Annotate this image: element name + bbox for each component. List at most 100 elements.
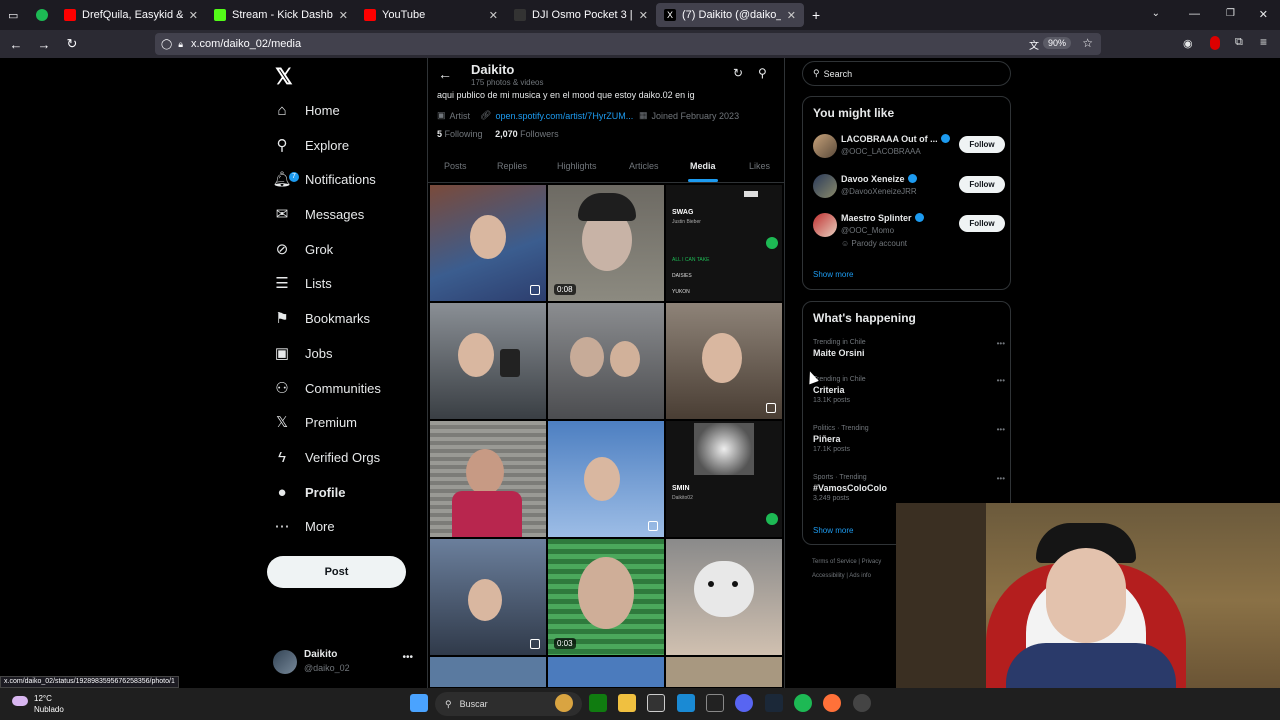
back-icon[interactable]: ←	[4, 37, 28, 52]
obs-icon[interactable]	[853, 694, 871, 712]
sidebar-item-jobs[interactable]: ▣ Jobs	[273, 339, 333, 367]
trend-item[interactable]: Trending in Chile Maite Orsini •••	[813, 339, 1005, 358]
steam-icon[interactable]	[765, 694, 783, 712]
search-input[interactable]: ⚲ Search	[802, 61, 1011, 86]
media-thumbnail[interactable]: SWAG Justin Bieber ALL I CAN TAKE DAISIE…	[666, 185, 782, 301]
refresh-icon[interactable]: ↻	[733, 66, 743, 80]
firefox-icon[interactable]	[823, 694, 841, 712]
epic-games-icon[interactable]	[706, 694, 724, 712]
media-thumbnail[interactable]	[548, 303, 664, 419]
tab-kick[interactable]: Stream - Kick Dashboard ✕	[206, 0, 356, 30]
follow-button[interactable]: Follow	[959, 176, 1005, 193]
spotify-icon[interactable]	[794, 694, 812, 712]
minimize-icon[interactable]: —	[1189, 8, 1200, 20]
sidebar-item-verified-orgs[interactable]: ϟ Verified Orgs	[273, 443, 380, 471]
back-arrow-icon[interactable]: ←	[438, 66, 452, 82]
star-icon[interactable]: ☆	[1082, 36, 1093, 50]
tab-youtube[interactable]: YouTube ✕	[356, 0, 506, 30]
sidebar-item-profile[interactable]: ● Profile	[273, 478, 345, 506]
sidebar-item-communities[interactable]: ⚇ Communities	[273, 374, 381, 402]
forward-icon[interactable]: →	[32, 37, 56, 52]
more-icon[interactable]: •••	[997, 425, 1005, 434]
close-window-icon[interactable]: ✕	[1259, 8, 1268, 21]
windows-start-icon[interactable]	[410, 694, 428, 712]
media-thumbnail[interactable]	[430, 421, 546, 537]
tab-posts[interactable]: Posts	[444, 161, 467, 171]
tab-media[interactable]: Media	[690, 161, 716, 171]
close-tab-icon[interactable]: ✕	[489, 9, 498, 22]
suggestion-item[interactable]: Maestro Splinter @OOC_Momo ☺ Parody acco…	[813, 213, 1005, 249]
sidebar-item-home[interactable]: ⌂ Home	[273, 96, 339, 124]
more-icon[interactable]: •••	[997, 376, 1005, 385]
media-thumbnail[interactable]	[430, 657, 546, 687]
show-more-link[interactable]: Show more	[813, 270, 853, 279]
media-thumbnail[interactable]	[666, 657, 782, 687]
media-thumbnail[interactable]	[666, 303, 782, 419]
sidebar-item-notifications[interactable]: 🔔︎ 7 Notifications	[272, 165, 375, 193]
sidebar-item-bookmarks[interactable]: ⚑ Bookmarks	[273, 304, 370, 332]
more-icon[interactable]: •••	[402, 652, 413, 663]
more-icon[interactable]: •••	[997, 474, 1005, 483]
menu-icon[interactable]: ≡	[1260, 35, 1267, 49]
file-explorer-icon[interactable]	[618, 694, 636, 712]
extension-icon[interactable]	[1210, 36, 1220, 50]
tab-daikito[interactable]: X (7) Daikito (@daiko_02) / X ✕	[656, 3, 804, 27]
reload-icon[interactable]: ↻	[60, 36, 84, 52]
followers-link[interactable]: 2,070 Followers	[495, 129, 559, 139]
discord-icon[interactable]	[735, 694, 753, 712]
trend-item[interactable]: Trending in Chile Criteria 13.1K posts •…	[813, 376, 1005, 404]
x-logo-icon[interactable]: 𝕏	[275, 64, 293, 90]
search-icon[interactable]: ⚲	[758, 66, 767, 80]
profile-link[interactable]: 🔗︎ open.spotify.com/artist/7HyrZUM...	[480, 110, 633, 121]
tab-replies[interactable]: Replies	[497, 161, 527, 171]
sidebar-item-lists[interactable]: ☰ Lists	[273, 269, 331, 297]
following-link[interactable]: 5 Following	[437, 129, 483, 139]
zoom-badge[interactable]: 90%	[1042, 37, 1071, 49]
media-thumbnail[interactable]	[548, 657, 664, 687]
media-thumbnail[interactable]	[430, 185, 546, 301]
account-switcher[interactable]: Daikito @daiko_02 •••	[273, 648, 423, 678]
close-tab-icon[interactable]: ✕	[787, 9, 796, 22]
media-thumbnail[interactable]	[430, 539, 546, 655]
media-thumbnail[interactable]: 0:03	[548, 539, 664, 655]
footer-links[interactable]: Accessibility | Ads info	[812, 573, 871, 579]
sidebar-item-premium[interactable]: 𝕏 Premium	[273, 408, 357, 436]
footer-links[interactable]: Terms of Service | Privacy	[812, 559, 881, 565]
sidebar-item-explore[interactable]: ⚲ Explore	[273, 131, 350, 159]
close-tab-icon[interactable]: ✕	[639, 9, 648, 22]
sidebar-item-more[interactable]: ⋯ More	[273, 512, 335, 540]
tab-articles[interactable]: Articles	[629, 161, 659, 171]
tab-spotify[interactable]	[28, 0, 56, 30]
widget-icon[interactable]	[555, 694, 573, 712]
restore-icon[interactable]: ❐	[1226, 8, 1235, 19]
follow-button[interactable]: Follow	[959, 136, 1005, 153]
suggestion-item[interactable]: LACOBRAAA Out of ... @OOC_LACOBRAAA Foll…	[813, 134, 1005, 170]
mail-app-icon[interactable]	[677, 694, 695, 712]
tab-dji[interactable]: DJI Osmo Pocket 3 | Cámara de ✕	[506, 0, 656, 30]
media-thumbnail[interactable]: SMIN Daikito02	[666, 421, 782, 537]
sidebar-item-messages[interactable]: ✉ Messages	[273, 200, 365, 228]
media-thumbnail[interactable]	[548, 421, 664, 537]
tab-likes[interactable]: Likes	[749, 161, 770, 171]
sidebar-item-grok[interactable]: ⊘ Grok	[273, 235, 333, 263]
more-icon[interactable]: •••	[997, 339, 1005, 348]
tab-highlights[interactable]: Highlights	[557, 161, 597, 171]
extensions-icon[interactable]: ⧉	[1235, 36, 1243, 49]
tab-drefquila[interactable]: DrefQuila, Easykid & Kidd Vood ✕	[56, 0, 206, 30]
xbox-icon[interactable]	[589, 694, 607, 712]
tab-list-chevron-icon[interactable]: ⌄	[1152, 8, 1160, 19]
post-button[interactable]: Post	[267, 556, 406, 588]
address-bar[interactable]: ◯ 🔒︎ x.com/daiko_02/media 文 90% ☆	[155, 33, 1101, 55]
suggestion-item[interactable]: Davoo Xeneize @DavooXeneizeJRR Follow	[813, 174, 1005, 210]
follow-button[interactable]: Follow	[959, 215, 1005, 232]
media-thumbnail[interactable]	[666, 539, 782, 655]
media-thumbnail[interactable]: 0:08	[548, 185, 664, 301]
trend-item[interactable]: Politics · Trending Piñera 17.1K posts •…	[813, 425, 1005, 453]
show-more-link[interactable]: Show more	[813, 526, 853, 535]
close-tab-icon[interactable]: ✕	[339, 9, 348, 22]
close-tab-icon[interactable]: ✕	[189, 9, 198, 22]
trend-item[interactable]: Sports · Trending #VamosColoColo 3,249 p…	[813, 474, 1005, 502]
store-icon[interactable]	[647, 694, 665, 712]
link-text[interactable]: open.spotify.com/artist/7HyrZUM...	[495, 111, 633, 121]
new-tab-button[interactable]: +	[804, 0, 834, 30]
